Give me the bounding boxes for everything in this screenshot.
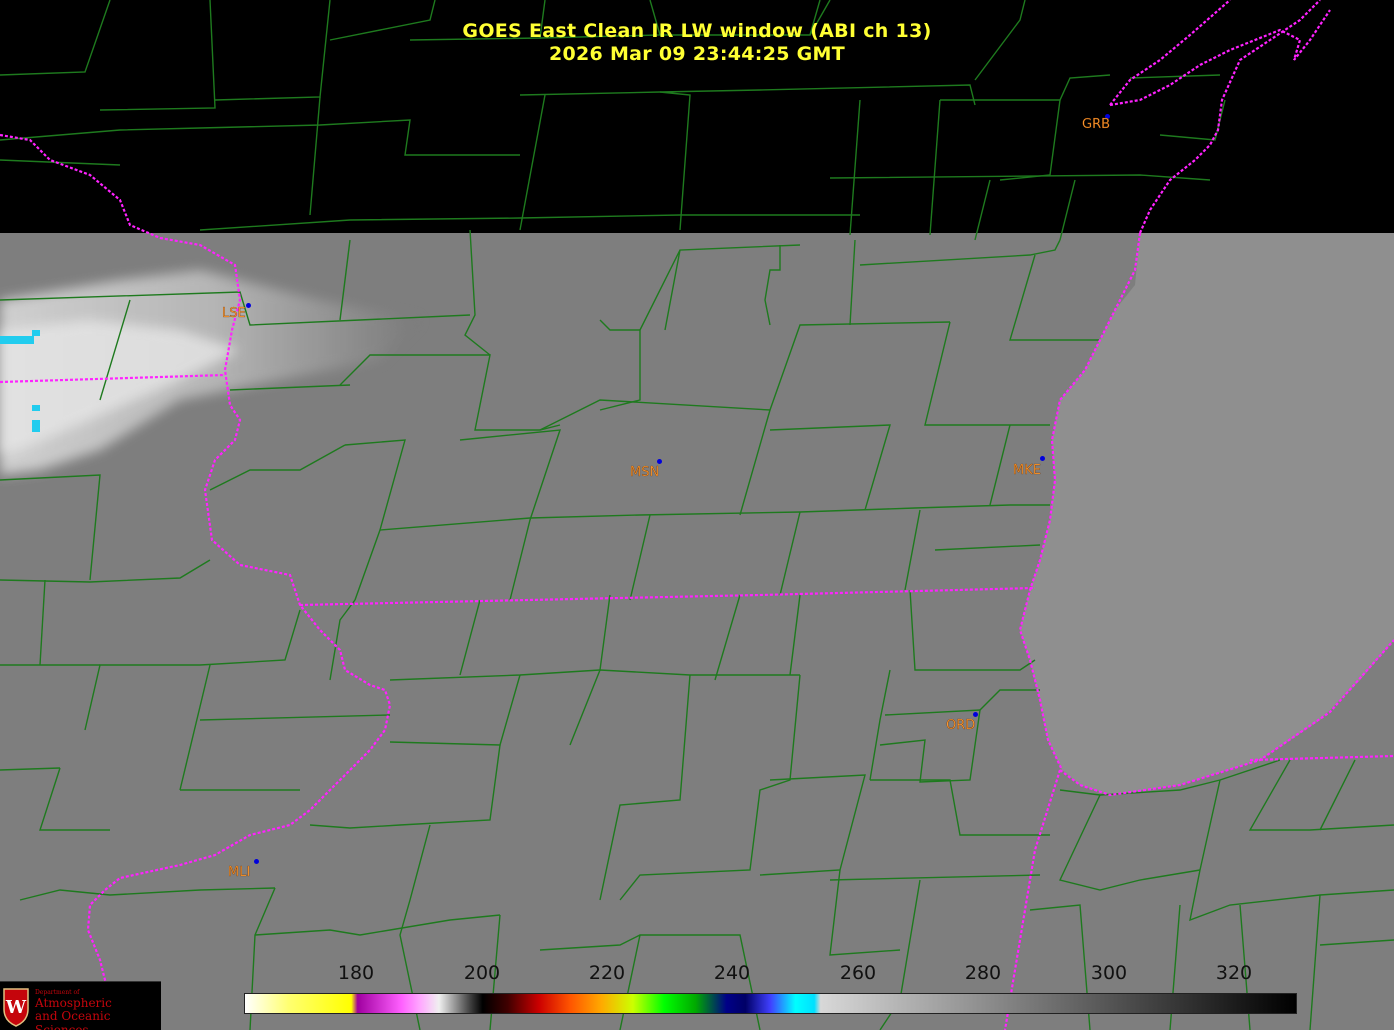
station-label-msn: MSN: [630, 465, 660, 480]
colorbar-tick-label: 260: [839, 962, 877, 984]
station-label-lse: LSE: [222, 306, 246, 321]
logo-dept-text: Department of: [35, 989, 80, 996]
logo-text-line2: and Oceanic Sciences: [35, 1009, 111, 1030]
colorbar-tick-label: 180: [337, 962, 375, 984]
cold-cloud-pixel: [32, 330, 40, 336]
temperature-colorbar: [244, 993, 1297, 1014]
station-marker-dot: [254, 859, 259, 864]
station-label-mke: MKE: [1013, 463, 1041, 478]
uw-aos-logo: W Department of Atmospheric and Oceanic …: [0, 981, 161, 1030]
colorbar-tick-label: 320: [1215, 962, 1253, 984]
colorbar-tick-label: 200: [463, 962, 501, 984]
station-marker-dot: [973, 712, 978, 717]
station-label-mli: MLI: [228, 865, 251, 880]
logo-text-line1: Atmospheric: [35, 996, 112, 1010]
satellite-image-viewer: GOES East Clean IR LW window (ABI ch 13)…: [0, 0, 1394, 1030]
station-label-grb: GRB: [1082, 117, 1111, 132]
image-timestamp: 2026 Mar 09 23:44:25 GMT: [548, 43, 846, 65]
image-title: GOES East Clean IR LW window (ABI ch 13): [462, 20, 932, 42]
station-label-ord: ORD: [946, 718, 976, 733]
colorbar-tick-label: 280: [964, 962, 1002, 984]
station-marker-dot: [1040, 456, 1045, 461]
colorbar-tick-label: 240: [713, 962, 751, 984]
colorbar-tick-label: 300: [1090, 962, 1128, 984]
cold-cloud-pixel: [0, 336, 34, 344]
colorbar-tick-label: 220: [588, 962, 626, 984]
station-marker-dot: [657, 459, 662, 464]
cold-cloud-pixel: [32, 420, 40, 432]
station-marker-dot: [246, 303, 251, 308]
svg-text:W: W: [5, 997, 27, 1018]
map-imagery: [0, 0, 1394, 1030]
uw-crest-icon: W: [3, 988, 29, 1027]
cold-cloud-pixel: [32, 405, 40, 411]
